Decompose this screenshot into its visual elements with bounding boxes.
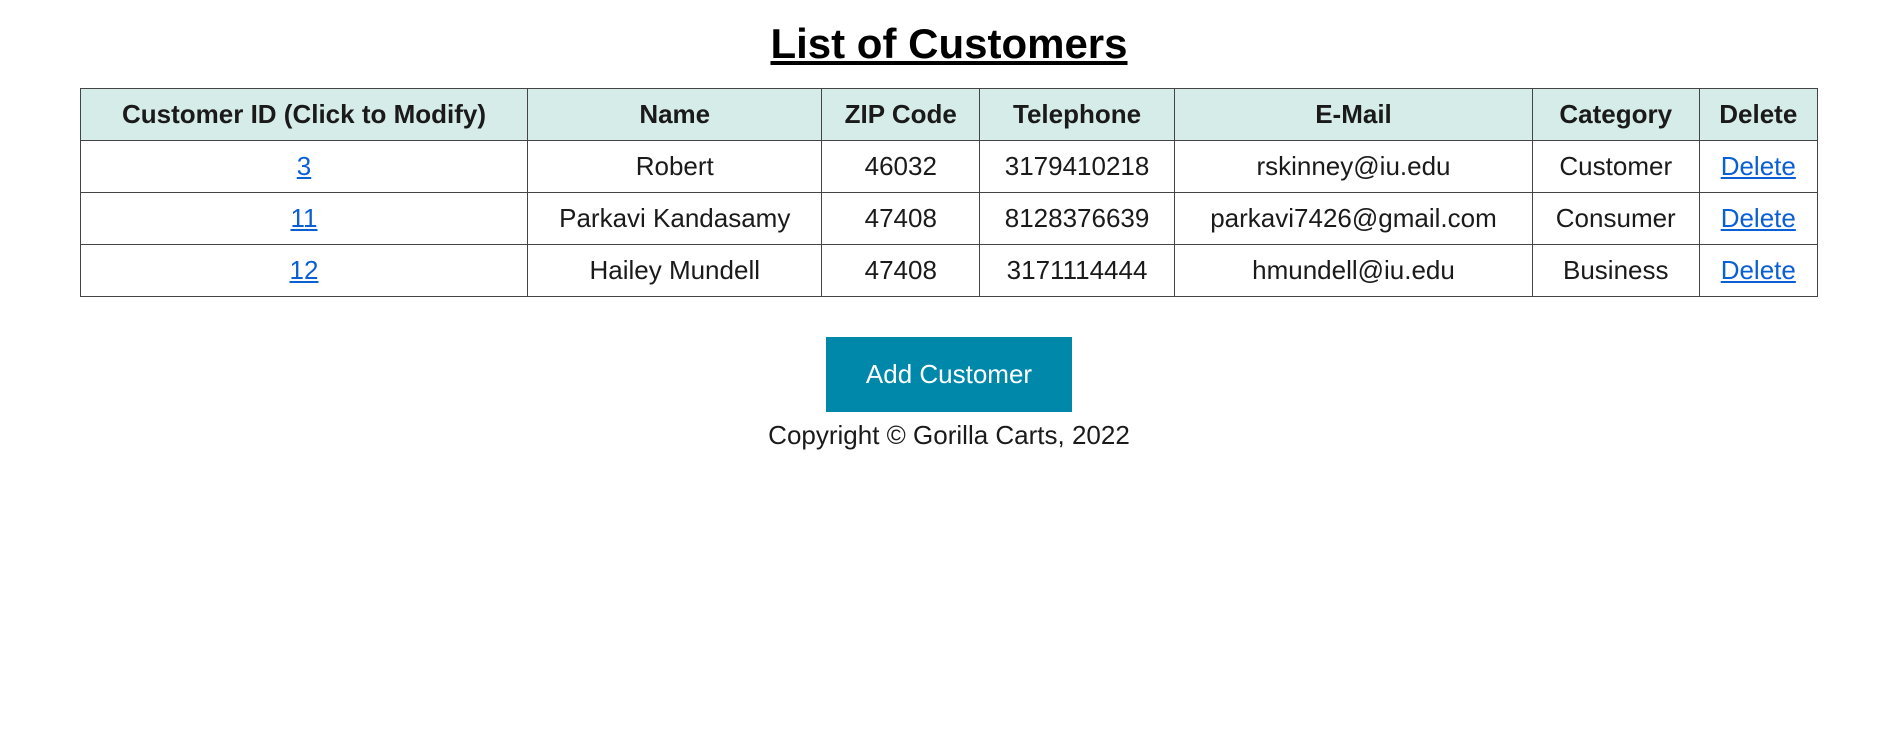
cell-customer-id: 12 — [81, 245, 528, 297]
cell-customer-id: 3 — [81, 141, 528, 193]
col-header-name: Name — [528, 89, 822, 141]
delete-link[interactable]: Delete — [1721, 255, 1796, 285]
customer-id-link[interactable]: 12 — [290, 255, 319, 285]
delete-link[interactable]: Delete — [1721, 151, 1796, 181]
cell-email: parkavi7426@gmail.com — [1175, 193, 1533, 245]
cell-email: hmundell@iu.edu — [1175, 245, 1533, 297]
cell-name: Parkavi Kandasamy — [528, 193, 822, 245]
cell-name: Hailey Mundell — [528, 245, 822, 297]
cell-email: rskinney@iu.edu — [1175, 141, 1533, 193]
footer-copyright: Copyright © Gorilla Carts, 2022 — [80, 420, 1818, 451]
customer-table: Customer ID (Click to Modify) Name ZIP C… — [80, 88, 1818, 297]
col-header-zip: ZIP Code — [822, 89, 980, 141]
cell-name: Robert — [528, 141, 822, 193]
cell-zip: 47408 — [822, 245, 980, 297]
delete-link[interactable]: Delete — [1721, 203, 1796, 233]
cell-customer-id: 11 — [81, 193, 528, 245]
cell-category: Customer — [1532, 141, 1699, 193]
cell-telephone: 3171114444 — [980, 245, 1175, 297]
cell-telephone: 8128376639 — [980, 193, 1175, 245]
col-header-category: Category — [1532, 89, 1699, 141]
cell-category: Consumer — [1532, 193, 1699, 245]
table-row: 12 Hailey Mundell 47408 3171114444 hmund… — [81, 245, 1818, 297]
col-header-telephone: Telephone — [980, 89, 1175, 141]
button-row: Add Customer — [80, 337, 1818, 412]
cell-delete: Delete — [1699, 141, 1817, 193]
customer-id-link[interactable]: 11 — [291, 203, 318, 233]
table-row: 11 Parkavi Kandasamy 47408 8128376639 pa… — [81, 193, 1818, 245]
cell-zip: 46032 — [822, 141, 980, 193]
cell-delete: Delete — [1699, 193, 1817, 245]
col-header-delete: Delete — [1699, 89, 1817, 141]
cell-zip: 47408 — [822, 193, 980, 245]
add-customer-button[interactable]: Add Customer — [826, 337, 1072, 412]
col-header-email: E-Mail — [1175, 89, 1533, 141]
table-header-row: Customer ID (Click to Modify) Name ZIP C… — [81, 89, 1818, 141]
col-header-customer-id: Customer ID (Click to Modify) — [81, 89, 528, 141]
cell-telephone: 3179410218 — [980, 141, 1175, 193]
page-title: List of Customers — [80, 20, 1818, 68]
cell-delete: Delete — [1699, 245, 1817, 297]
cell-category: Business — [1532, 245, 1699, 297]
customer-id-link[interactable]: 3 — [297, 151, 311, 181]
table-row: 3 Robert 46032 3179410218 rskinney@iu.ed… — [81, 141, 1818, 193]
